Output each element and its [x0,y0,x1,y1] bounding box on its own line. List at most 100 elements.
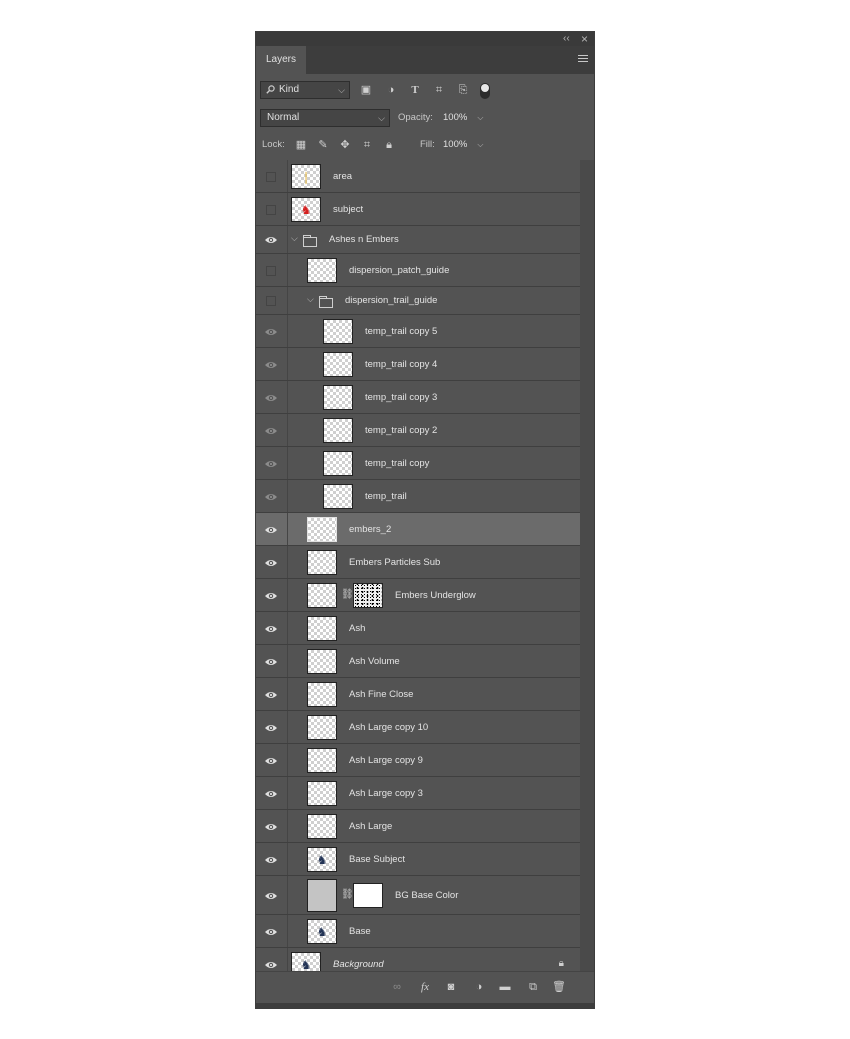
eye-icon[interactable] [264,756,278,766]
visibility-toggle[interactable] [266,171,276,182]
row-divider [287,678,288,710]
collapse-icon[interactable]: ‹‹ [563,32,570,46]
eye-icon[interactable] [264,657,278,667]
layer-row[interactable]: ❘ area [256,160,580,193]
eye-icon[interactable] [264,855,278,865]
eye-icon[interactable] [264,891,278,901]
layer-row[interactable]: ♞ Background 🔒︎ [256,948,580,971]
layer-row[interactable]: Ash [256,612,580,645]
layer-row[interactable]: Ash Large copy 10 [256,711,580,744]
visibility-toggle[interactable] [266,265,276,276]
row-divider [287,348,288,380]
layer-name: area [333,170,353,182]
layer-row[interactable]: temp_trail copy [256,447,580,480]
layer-name: Ash Large copy 10 [349,721,429,733]
layer-row[interactable]: ⛓ Embers Underglow [256,579,580,612]
eye-icon[interactable] [264,525,278,535]
chain-link-icon[interactable]: ⛓ [341,889,354,900]
eye-icon[interactable] [264,927,278,937]
lock-image-pixels-icon[interactable]: ✎ [316,138,330,152]
chevron-down-icon[interactable]: ⌵ [291,233,298,244]
layer-row[interactable]: Ash Large copy 9 [256,744,580,777]
tab-layers[interactable]: Layers [256,46,306,74]
lock-transparent-pixels-icon[interactable]: ▦ [294,138,308,152]
layer-thumbnail [307,814,337,839]
layer-name: Ash Large [349,820,393,832]
filter-kind-select[interactable]: Kind ⌵ [260,81,350,99]
visibility-toggle[interactable] [266,204,276,215]
eye-icon[interactable] [264,459,278,469]
filter-toggle-switch[interactable] [480,83,490,99]
layer-row[interactable]: temp_trail copy 4 [256,348,580,381]
layer-row[interactable]: temp_trail copy 3 [256,381,580,414]
opacity-field[interactable]: 100% ⌵ [443,110,483,126]
layer-thumbnail [307,649,337,674]
layer-row[interactable]: Embers Particles Sub [256,546,580,579]
eye-icon[interactable] [264,393,278,403]
eye-icon[interactable] [264,960,278,970]
figure-mark: ♞ [300,957,312,971]
trash-icon[interactable]: 🗑︎ [552,980,566,994]
blend-mode-select[interactable]: Normal ⌵ [260,109,390,127]
lock-artboard-icon[interactable]: ⌗ [360,138,374,152]
type-layer-filter-icon[interactable]: T [408,83,422,97]
layer-row[interactable]: Ash Large [256,810,580,843]
adjustment-layer-filter-icon[interactable]: ◑ [384,83,398,97]
layer-row[interactable]: ⌵ dispersion_trail_guide [256,287,580,315]
layer-row[interactable]: Ash Volume [256,645,580,678]
layer-row[interactable]: ♞ subject [256,193,580,226]
fill-field[interactable]: 100% ⌵ [443,137,483,153]
smart-object-filter-icon[interactable]: ⎘ [456,83,470,97]
new-layer-icon[interactable]: ⧉ [526,980,540,994]
layer-row[interactable]: temp_trail [256,480,580,513]
close-icon[interactable]: × [581,32,588,46]
chevron-down-icon[interactable]: ⌵ [477,113,483,122]
eye-icon[interactable] [264,822,278,832]
chevron-down-icon[interactable]: ⌵ [477,140,483,149]
layer-row[interactable]: Ash Large copy 3 [256,777,580,810]
layer-row[interactable]: temp_trail copy 2 [256,414,580,447]
layer-thumbnail [307,258,337,283]
fx-icon[interactable]: fx [418,980,432,994]
layer-row[interactable]: embers_2 [256,513,580,546]
eye-icon[interactable] [264,723,278,733]
lock-all-icon[interactable]: 🔒︎ [382,138,396,152]
panel-menu-icon[interactable] [578,55,588,64]
layer-thumbnail: ♞ [307,919,337,944]
new-group-icon[interactable]: ▬ [498,980,512,994]
row-divider [287,744,288,776]
eye-icon[interactable] [264,591,278,601]
layer-row[interactable]: temp_trail copy 5 [256,315,580,348]
eye-icon[interactable] [264,624,278,634]
eye-icon[interactable] [264,789,278,799]
link-layers-icon[interactable]: ∞ [390,980,404,994]
layer-row[interactable]: ♞ Base Subject [256,843,580,876]
eye-icon[interactable] [264,235,278,245]
eye-icon[interactable] [264,360,278,370]
layer-row[interactable]: Ash Fine Close [256,678,580,711]
new-adjustment-layer-icon[interactable]: ◑ [472,980,486,994]
layer-list-scrollbar[interactable] [580,160,594,971]
eye-icon[interactable] [264,327,278,337]
eye-icon[interactable] [264,690,278,700]
shape-layer-filter-icon[interactable]: ⌗ [432,83,446,97]
eye-icon[interactable] [264,492,278,502]
row-divider [287,843,288,875]
layer-row[interactable]: ⛓ BG Base Color [256,876,580,915]
lock-position-icon[interactable]: ✥ [338,138,352,152]
layer-thumbnail [307,682,337,707]
layer-row[interactable]: dispersion_patch_guide [256,254,580,287]
row-divider [287,711,288,743]
chain-link-icon[interactable]: ⛓ [341,589,354,600]
add-mask-icon[interactable]: ◙ [444,980,458,994]
visibility-toggle[interactable] [266,296,276,306]
layer-row[interactable]: ♞ Base [256,915,580,948]
blend-mode-value: Normal [267,112,300,123]
layer-mask-thumbnail[interactable] [353,883,383,908]
layer-row[interactable]: ⌵ Ashes n Embers [256,226,580,254]
layer-mask-thumbnail[interactable] [353,583,383,608]
eye-icon[interactable] [264,426,278,436]
chevron-down-icon[interactable]: ⌵ [307,294,314,305]
eye-icon[interactable] [264,558,278,568]
pixel-layer-filter-icon[interactable]: ▣ [359,83,373,97]
